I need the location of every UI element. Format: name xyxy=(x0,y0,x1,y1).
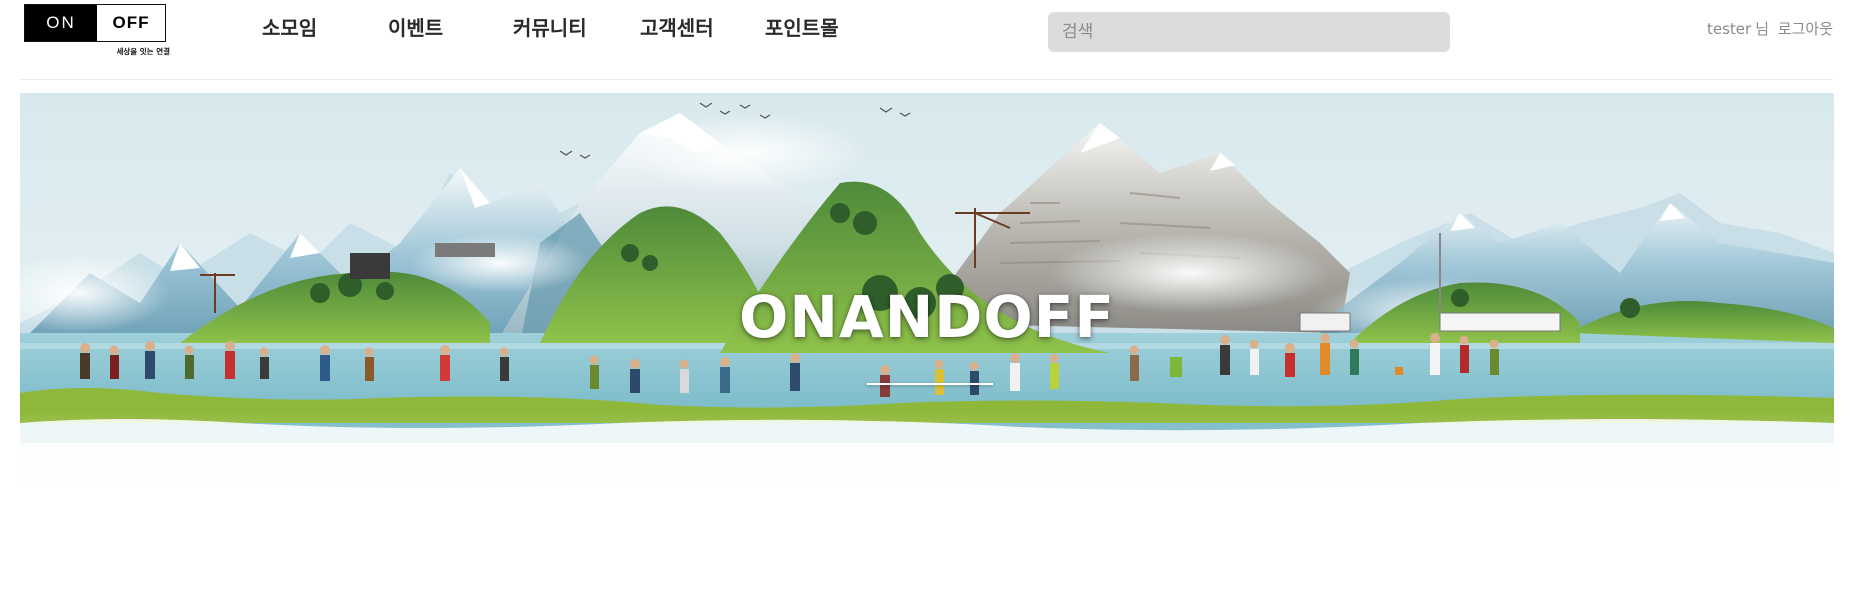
nav-item-meetups[interactable]: 소모임 xyxy=(262,12,317,41)
search-input[interactable] xyxy=(1048,12,1450,52)
hero-banner: ONANDOFF xyxy=(20,93,1834,545)
user-area: tester 님 로그아웃 xyxy=(1703,18,1833,39)
hero-title: ONANDOFF xyxy=(739,283,1115,351)
header-divider xyxy=(20,79,1833,80)
logo-on-text: ON xyxy=(25,5,97,41)
username-suffix: 님 xyxy=(1755,20,1770,38)
logo-tagline: 세상을 잇는 연결 xyxy=(116,47,170,56)
nav-item-point-mall[interactable]: 포인트몰 xyxy=(765,12,839,41)
nav-item-community[interactable]: 커뮤니티 xyxy=(513,12,587,41)
logo-off-text: OFF xyxy=(112,13,150,32)
logout-link[interactable]: 로그아웃 xyxy=(1778,20,1833,38)
username: tester xyxy=(1707,20,1752,38)
onandoff-logo[interactable]: ON OFF 세상을 잇는 연결 xyxy=(24,4,170,60)
nav-item-events[interactable]: 이벤트 xyxy=(388,12,443,41)
logo-box: ON OFF xyxy=(24,4,166,42)
nav-item-support[interactable]: 고객센터 xyxy=(640,12,714,41)
hero-title-underline xyxy=(867,383,993,385)
site-header: ON OFF 세상을 잇는 연결 소모임 이벤트 커뮤니티 고객센터 포인트몰 … xyxy=(0,0,1853,80)
